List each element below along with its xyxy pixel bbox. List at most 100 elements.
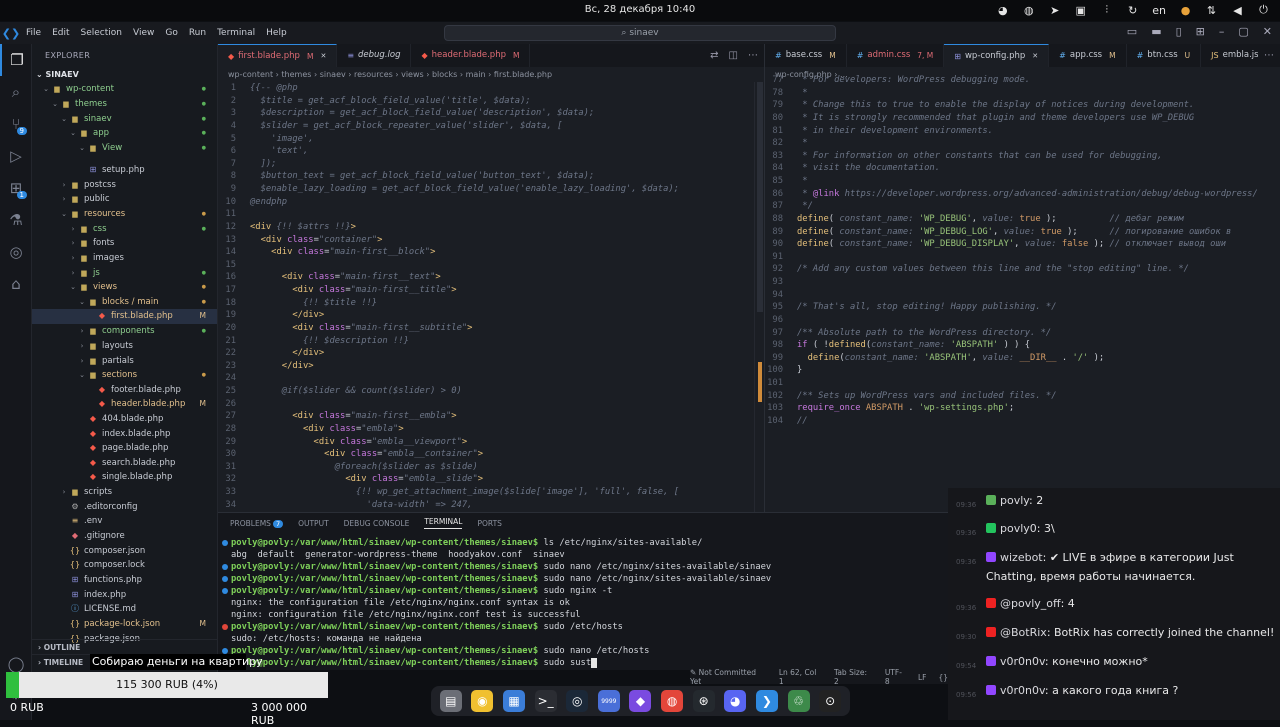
layout-customize-icon[interactable]: ⊞ xyxy=(1196,25,1205,38)
docker-icon[interactable]: ⌂ xyxy=(0,268,32,300)
minimize-button[interactable]: – xyxy=(1219,25,1225,38)
twitch-tray-icon[interactable]: ▣ xyxy=(1074,4,1087,17)
status-eol[interactable]: LF xyxy=(918,673,927,682)
rhythmbox-dock-icon[interactable]: ◉ xyxy=(471,690,494,712)
menu-help[interactable]: Help xyxy=(266,28,287,38)
command-center-search[interactable]: ⌕ sinaev xyxy=(444,25,836,41)
tree-item[interactable]: ◆ single.blade.php xyxy=(32,470,217,485)
terminal-output[interactable]: povly@povly:/var/www/html/sinaev/wp-cont… xyxy=(218,533,948,669)
close-button[interactable]: ✕ xyxy=(1263,25,1272,38)
tree-item[interactable]: ⌄ ▆ sections ● xyxy=(32,368,217,383)
source-control-icon[interactable]: ⑂ 9 xyxy=(0,108,32,140)
editor-tab[interactable]: # admin.css 7, M xyxy=(847,44,945,67)
close-tab-icon[interactable]: ✕ xyxy=(1032,45,1038,68)
search-view-icon[interactable]: ⌕ xyxy=(0,76,32,108)
tree-item[interactable]: ⌄ ▆ themes ● xyxy=(32,97,217,112)
status-cursor-position[interactable]: Ln 62, Col 1 xyxy=(779,668,822,686)
tree-item[interactable]: › ▆ js ● xyxy=(32,266,217,281)
status-git-blame[interactable]: ✎ Not Committed Yet xyxy=(690,668,767,686)
tree-item[interactable]: ⌄ ▆ resources ● xyxy=(32,207,217,222)
sync-tray-icon[interactable]: ↻ xyxy=(1126,4,1139,17)
docs-dock-icon[interactable]: ▦ xyxy=(503,690,526,712)
tree-item[interactable]: ◆ footer.blade.php xyxy=(32,383,217,398)
tree-item[interactable]: ⊞ functions.php xyxy=(32,573,217,588)
layout-toggle-icon[interactable]: ▭ xyxy=(1127,25,1137,38)
tree-item[interactable]: ⌄ ▆ sinaev ● xyxy=(32,112,217,127)
editor-tab[interactable]: ◆ header.blade.php M xyxy=(411,44,531,67)
command-decoration-icon[interactable] xyxy=(222,623,228,630)
tab-debug-console[interactable]: DEBUG CONSOLE xyxy=(344,519,410,528)
more-actions-icon[interactable]: ⋯ xyxy=(748,44,758,67)
microphone-icon[interactable]: ● xyxy=(1179,4,1192,17)
discord-tray-icon[interactable]: ◕ xyxy=(996,4,1009,17)
tree-item[interactable]: › ▆ components ● xyxy=(32,324,217,339)
tree-item[interactable]: ⌄ ▆ app ● xyxy=(32,126,217,141)
panel-toggle-icon[interactable]: ▬ xyxy=(1151,25,1161,38)
tree-item[interactable]: ⚙ .editorconfig xyxy=(32,500,217,515)
equalizer-tray-icon[interactable]: ⫶ xyxy=(1100,3,1113,17)
tree-item[interactable]: ⊞ setup.php xyxy=(32,163,217,178)
tree-item[interactable]: ⓘ LICENSE.md xyxy=(32,602,217,617)
keyboard-layout[interactable]: en xyxy=(1152,4,1166,17)
tree-item[interactable]: › ▆ scripts xyxy=(32,485,217,500)
tab-terminal[interactable]: TERMINAL xyxy=(424,517,463,529)
editor-tab[interactable]: # base.css M xyxy=(765,44,847,67)
command-decoration-icon[interactable] xyxy=(222,600,228,606)
code-editor-right[interactable]: 77 * For developers: WordPress debugging… xyxy=(765,74,1280,428)
command-decoration-icon[interactable] xyxy=(222,575,228,582)
tree-item[interactable]: › ▆ postcss xyxy=(32,178,217,193)
tree-item[interactable]: ⊞ index.php xyxy=(32,588,217,603)
files-dock-icon[interactable]: ▤ xyxy=(439,690,462,712)
tree-item[interactable]: › ▆ fonts xyxy=(32,236,217,251)
menu-view[interactable]: View xyxy=(133,28,154,38)
testing-icon[interactable]: ⚗ xyxy=(0,204,32,236)
menu-selection[interactable]: Selection xyxy=(81,28,122,38)
tree-item[interactable]: ≡ .env xyxy=(32,514,217,529)
tree-item[interactable]: ◆ index.blade.php xyxy=(32,427,217,442)
editor-tab[interactable]: ⊞ wp-config.php ✕ xyxy=(944,44,1050,68)
split-editor-icon[interactable]: ◫ xyxy=(729,44,738,67)
tree-item[interactable]: › ▆ partials xyxy=(32,354,217,369)
breadcrumb[interactable]: wp-content › themes › sinaev › resources… xyxy=(218,67,764,82)
run-debug-icon[interactable]: ▷ xyxy=(0,140,32,172)
tree-item[interactable]: ◆ first.blade.php M xyxy=(32,309,217,324)
9999-dock-icon[interactable]: 9999 xyxy=(597,690,620,712)
tab-ports[interactable]: PORTS xyxy=(477,519,501,528)
close-tab-icon[interactable]: ✕ xyxy=(320,45,326,68)
network-icon[interactable]: ⇅ xyxy=(1205,4,1218,17)
power-icon[interactable]: ⏻ xyxy=(1257,3,1270,17)
tree-item[interactable]: ⌄ ▆ views ● xyxy=(32,280,217,295)
tree-item[interactable]: ⌄ ▆ View ● xyxy=(32,141,217,156)
vscode-dock-icon[interactable]: ❯ xyxy=(755,690,778,712)
telegram-tray-icon[interactable]: ➤ xyxy=(1048,4,1061,17)
tree-item[interactable]: ◆ page.blade.php xyxy=(32,441,217,456)
tree-item[interactable]: › ▆ css ● xyxy=(32,222,217,237)
command-decoration-icon[interactable] xyxy=(222,636,228,642)
tab-problems[interactable]: PROBLEMS 7 xyxy=(230,519,284,528)
tree-item[interactable]: ◆ 404.blade.php xyxy=(32,412,217,427)
github-dock-icon[interactable]: ⊛ xyxy=(692,690,715,712)
tree-item[interactable]: › ▆ layouts xyxy=(32,339,217,354)
status-tab-size[interactable]: Tab Size: 2 xyxy=(834,668,873,686)
explorer-icon[interactable]: ❐ xyxy=(0,44,32,76)
tree-item[interactable]: ⌄ ▆ blocks / main ● xyxy=(32,295,217,310)
tree-item[interactable]: ◆ search.blade.php xyxy=(32,456,217,471)
menu-edit[interactable]: Edit xyxy=(52,28,69,38)
tree-item[interactable]: {} package-lock.json M xyxy=(32,617,217,632)
extensions-icon[interactable]: ⊞ 1 xyxy=(0,172,32,204)
steam-dock-icon[interactable]: ◎ xyxy=(566,690,589,712)
menu-terminal[interactable]: Terminal xyxy=(217,28,255,38)
more-actions-icon[interactable]: ⋯ xyxy=(1264,44,1274,67)
command-decoration-icon[interactable] xyxy=(222,539,228,546)
obsidian-dock-icon[interactable]: ◆ xyxy=(629,690,652,712)
remote-icon[interactable]: ◎ xyxy=(0,236,32,268)
tree-item[interactable]: ◆ .gitignore xyxy=(32,529,217,544)
tree-item[interactable]: {} composer.json xyxy=(32,544,217,559)
menu-run[interactable]: Run xyxy=(189,28,206,38)
terminal-dock-icon[interactable]: >_ xyxy=(534,690,557,712)
tree-item[interactable]: › ▆ images xyxy=(32,251,217,266)
sidebar-toggle-icon[interactable]: ▯ xyxy=(1176,25,1182,38)
vpn-tray-icon[interactable]: ◍ xyxy=(1022,4,1035,17)
editor-tab[interactable]: ◆ first.blade.php M ✕ xyxy=(218,44,338,68)
command-decoration-icon[interactable] xyxy=(222,587,228,594)
